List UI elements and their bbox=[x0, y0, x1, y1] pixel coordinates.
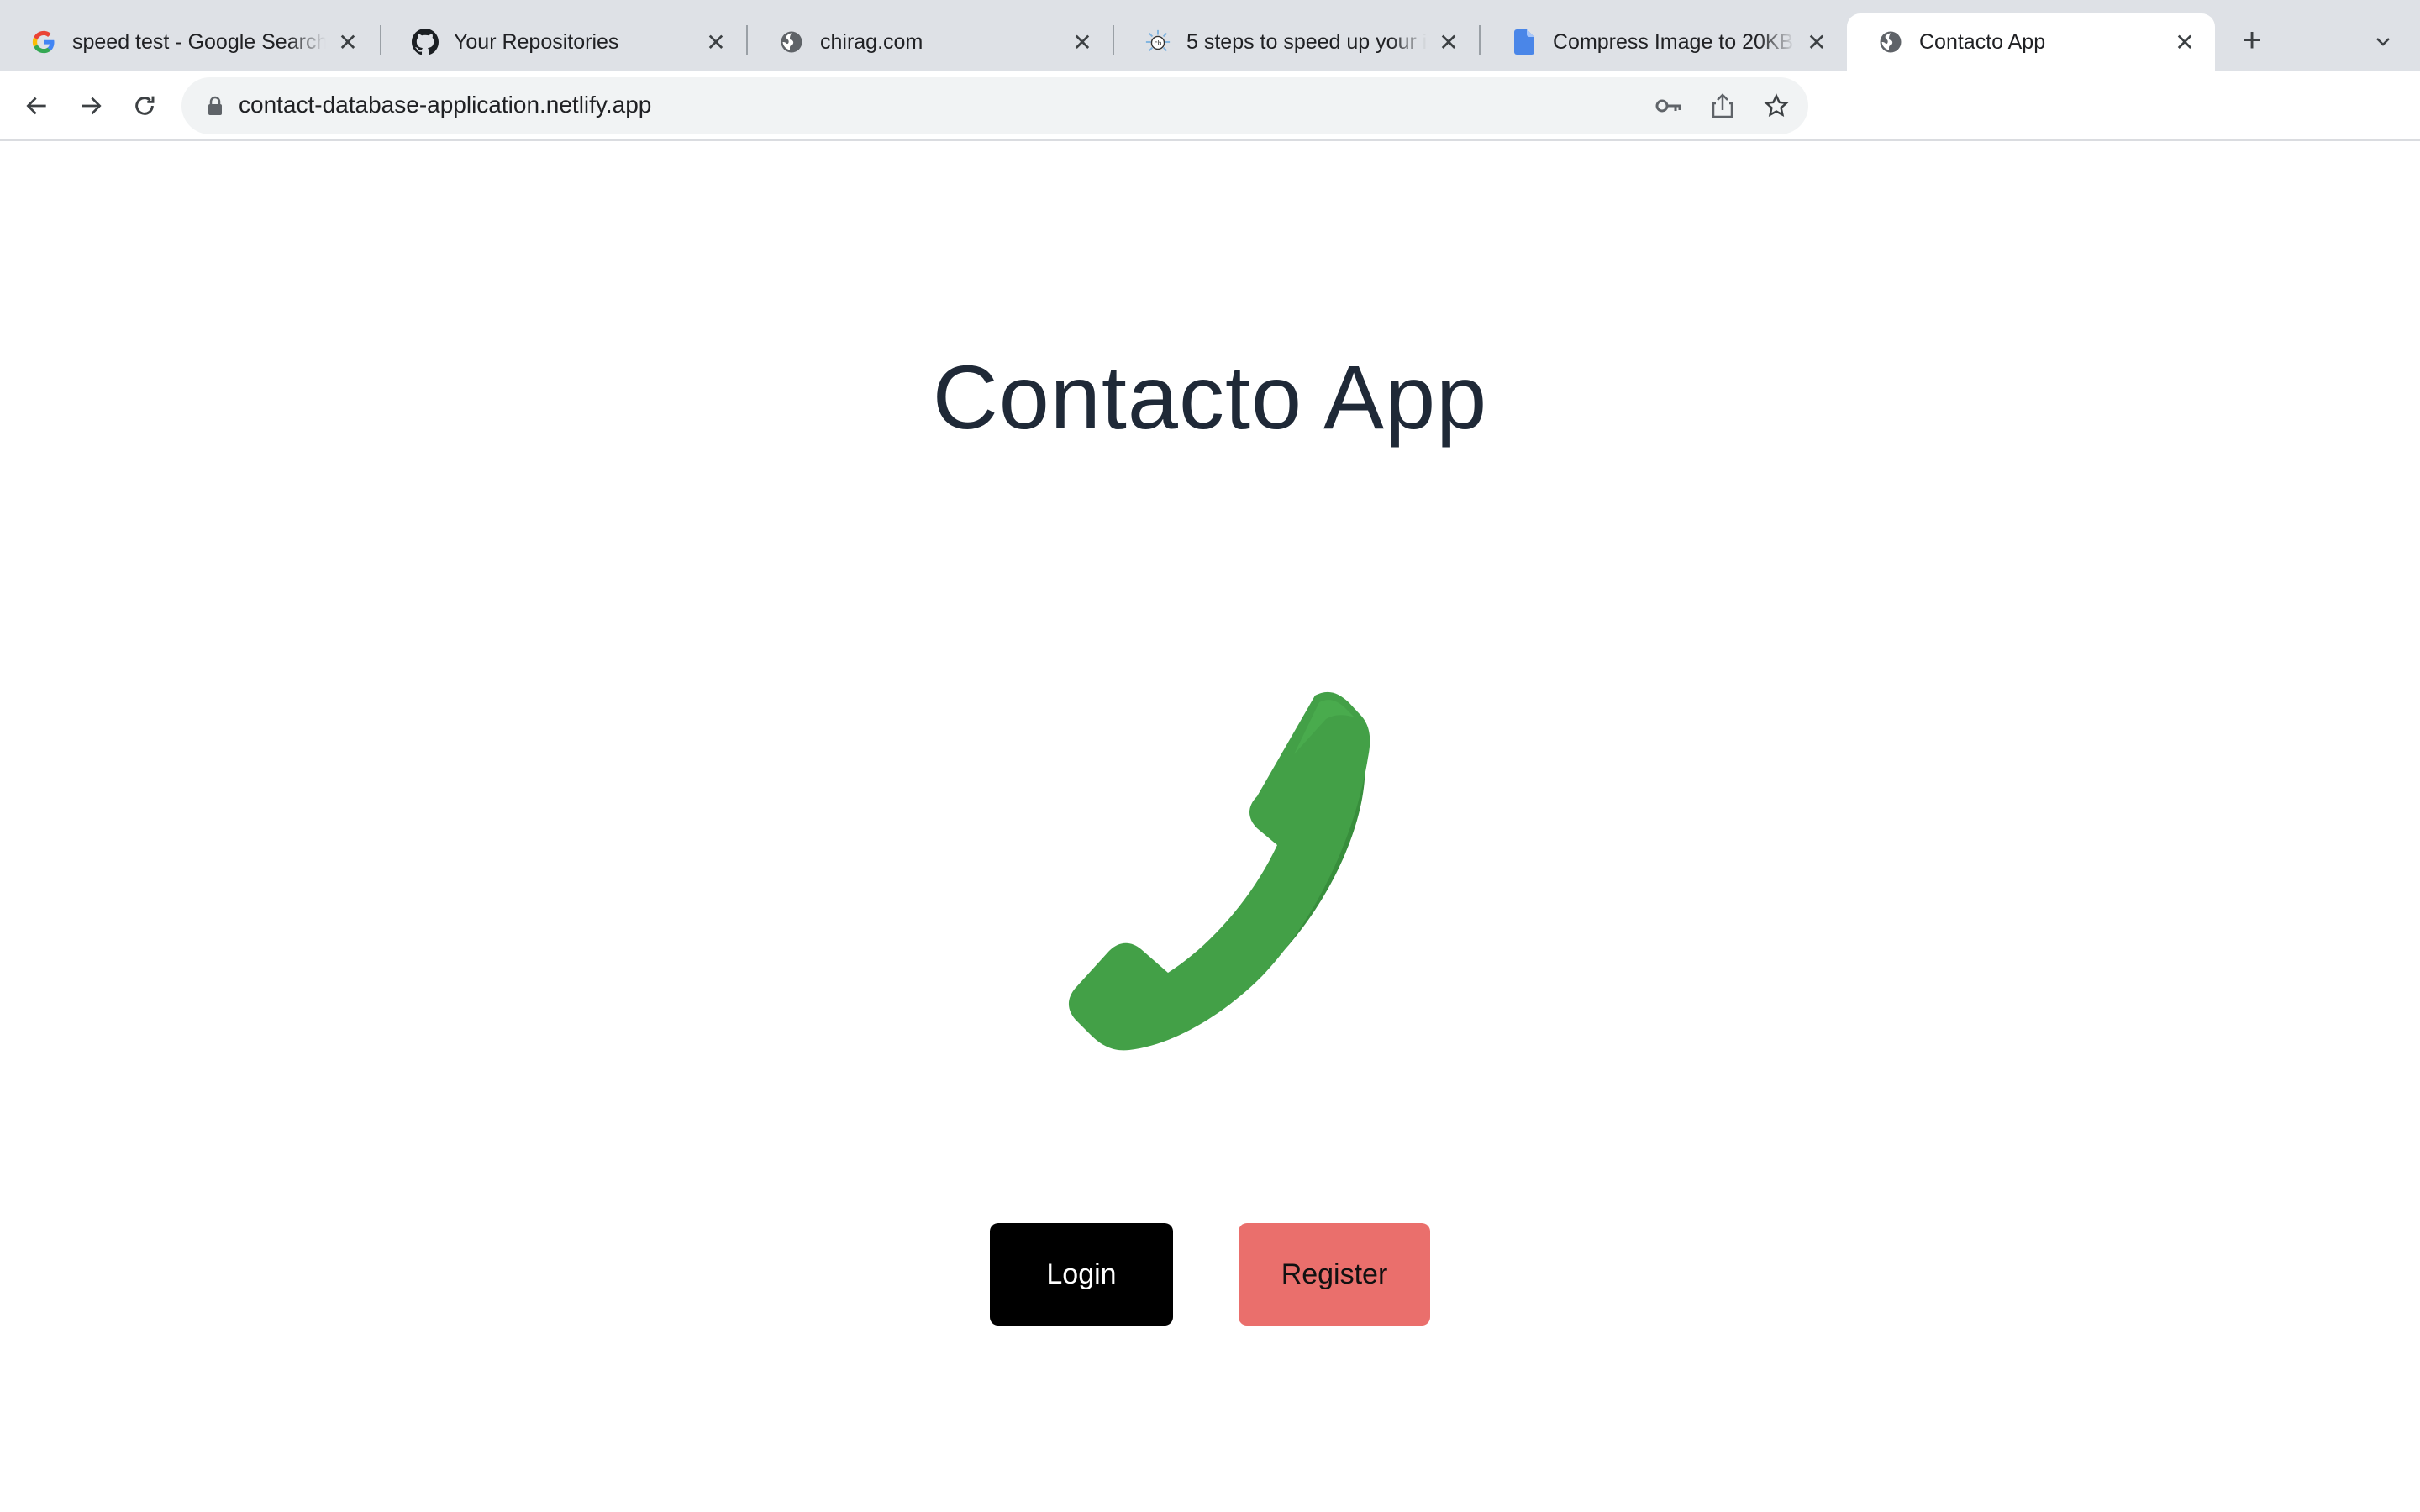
tab-compress-image[interactable]: Compress Image to 20KB online ✕ bbox=[1481, 13, 1847, 71]
arrow-left-icon bbox=[26, 97, 46, 115]
svg-text:cb: cb bbox=[1155, 39, 1162, 47]
back-button[interactable] bbox=[18, 87, 55, 124]
key-icon[interactable] bbox=[1655, 92, 1682, 119]
tab-google-search[interactable]: speed test - Google Search ✕ bbox=[0, 13, 378, 71]
close-icon[interactable]: ✕ bbox=[1803, 29, 1830, 55]
page-title: Contacto App bbox=[932, 346, 1488, 448]
tab-title: Compress Image to 20KB online bbox=[1553, 29, 1795, 54]
url-text[interactable]: contact-database-application.netlify.app bbox=[239, 92, 651, 118]
forward-button[interactable] bbox=[72, 87, 109, 124]
site-logo-icon: cb bbox=[1144, 29, 1171, 55]
tab-chirag[interactable]: chirag.com ✕ bbox=[748, 13, 1113, 71]
close-icon[interactable]: ✕ bbox=[1435, 29, 1462, 55]
google-icon bbox=[30, 29, 57, 55]
login-button[interactable]: Login bbox=[990, 1223, 1173, 1326]
tab-github-repositories[interactable]: Your Repositories ✕ bbox=[381, 13, 746, 71]
address-bar[interactable]: contact-database-application.netlify.app bbox=[182, 77, 1808, 134]
page-content: Contacto App Login Register bbox=[0, 143, 2420, 1512]
tab-title: speed test - Google Search bbox=[72, 29, 326, 54]
globe-icon bbox=[778, 29, 805, 55]
reload-button[interactable] bbox=[126, 87, 163, 124]
close-icon[interactable]: ✕ bbox=[2171, 29, 2198, 55]
github-icon bbox=[412, 29, 439, 55]
tab-title: Your Repositories bbox=[454, 29, 619, 54]
close-icon[interactable]: ✕ bbox=[702, 29, 729, 55]
close-icon[interactable]: ✕ bbox=[334, 29, 361, 55]
globe-icon bbox=[1877, 29, 1904, 55]
phone-handset-icon bbox=[1042, 664, 1378, 1184]
close-icon[interactable]: ✕ bbox=[1069, 29, 1096, 55]
chevron-down-icon[interactable] bbox=[2368, 27, 2398, 57]
star-icon[interactable] bbox=[1763, 92, 1790, 119]
tab-contacto-app[interactable]: Contacto App ✕ bbox=[1847, 13, 2215, 71]
tab-title: Contacto App bbox=[1919, 29, 2046, 54]
browser-tab-strip: speed test - Google Search ✕ Your Reposi… bbox=[0, 0, 2420, 71]
share-icon[interactable] bbox=[1709, 92, 1736, 119]
tab-title: chirag.com bbox=[820, 29, 923, 54]
tab-title: 5 steps to speed up your internet bbox=[1186, 29, 1427, 54]
document-icon bbox=[1511, 29, 1538, 55]
register-button[interactable]: Register bbox=[1239, 1223, 1430, 1326]
reload-icon bbox=[135, 96, 155, 115]
tab-speed-up-internet[interactable]: cb 5 steps to speed up your internet ✕ bbox=[1114, 13, 1479, 71]
arrow-right-icon bbox=[82, 97, 102, 115]
new-tab-button[interactable]: + bbox=[2235, 22, 2269, 59]
lock-icon[interactable] bbox=[202, 92, 229, 119]
browser-toolbar: contact-database-application.netlify.app… bbox=[0, 71, 2420, 195]
